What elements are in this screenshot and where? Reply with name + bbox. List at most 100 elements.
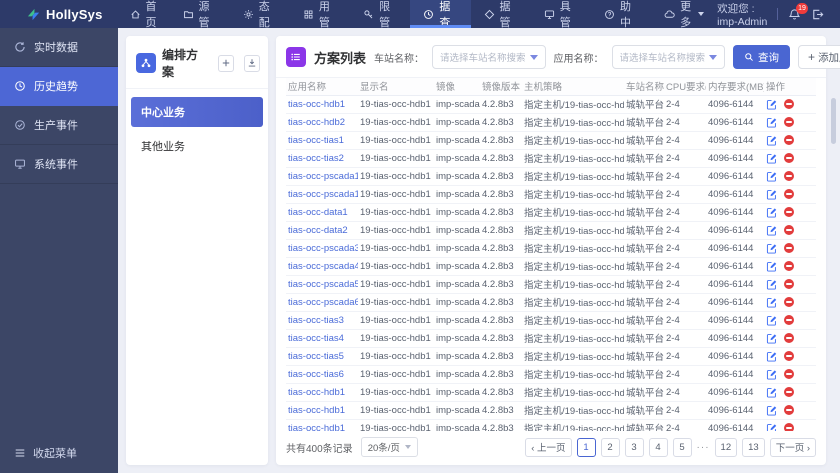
nav-item[interactable]: 工具管理 [531,0,591,45]
app-name-link[interactable]: tias-occ-tias5 [288,351,344,362]
page-button[interactable]: 2 [600,437,620,457]
disable-icon[interactable] [784,135,794,145]
disable-icon[interactable] [784,315,794,325]
edit-icon[interactable] [766,351,777,362]
app-name-link[interactable]: tias-occ-pscada1 [288,171,358,182]
disable-icon[interactable] [784,225,794,235]
disable-icon[interactable] [784,261,794,271]
app-name-link[interactable]: tias-occ-data1 [288,207,348,218]
nav-item[interactable]: 数据管理 [471,0,531,45]
app-name-link[interactable]: tias-occ-data2 [288,225,348,236]
edit-icon[interactable] [766,423,777,432]
nav-item[interactable]: 组态配置 [230,0,290,45]
edit-icon[interactable] [766,243,777,254]
app-name-link[interactable]: tias-occ-hdb1 [288,387,345,398]
next-page-button[interactable]: 下一页 › [769,437,816,457]
app-name-link[interactable]: tias-occ-tias4 [288,333,344,344]
app-name-link[interactable]: tias-occ-hdb1 [288,99,345,110]
edit-icon[interactable] [766,135,777,146]
nav-item[interactable]: 首页 [117,0,170,29]
edit-icon[interactable] [766,315,777,326]
nav-item[interactable]: 数据查看 [410,0,471,45]
app-name-link[interactable]: tias-occ-hdb2 [288,117,345,128]
logout-icon[interactable] [811,8,824,21]
query-button[interactable]: 查询 [733,45,791,69]
sidebar-item[interactable]: 系统事件 [0,145,118,184]
disable-icon[interactable] [784,207,794,217]
monitor-icon [14,158,26,170]
app-name-link[interactable]: tias-occ-tias6 [288,369,344,380]
nav-item[interactable]: 权限管理 [350,0,410,45]
disable-icon[interactable] [784,369,794,379]
station-select[interactable]: 请选择车站名称搜索 [432,45,546,69]
edit-icon[interactable] [766,387,777,398]
disable-icon[interactable] [784,243,794,253]
edit-icon[interactable] [766,333,777,344]
disable-icon[interactable] [784,117,794,127]
page-button[interactable]: 12 [714,437,738,457]
nav-item[interactable]: 应用管理 [290,0,350,45]
import-plan-button[interactable] [243,54,261,72]
app-name-link[interactable]: tias-occ-tias2 [288,153,344,164]
sidebar-item[interactable]: 生产事件 [0,106,118,145]
add-plan-button[interactable] [217,54,234,72]
app-name-link[interactable]: tias-occ-hdb1 [288,405,345,416]
page-button[interactable]: 5 [672,437,692,457]
edit-icon[interactable] [766,297,777,308]
edit-icon[interactable] [766,279,777,290]
cell: 2-4 [664,239,706,258]
disable-icon[interactable] [784,405,794,415]
disable-icon[interactable] [784,423,794,431]
plan-item[interactable]: 其他业务 [131,131,263,161]
sidebar-item[interactable]: 实时数据 [0,28,118,67]
page-button[interactable]: 13 [742,437,765,457]
nav-item[interactable]: 帮助中心 [591,0,651,45]
edit-icon[interactable] [766,261,777,272]
disable-icon[interactable] [784,351,794,361]
disable-icon[interactable] [784,153,794,163]
app-name-link[interactable]: tias-occ-pscada5 [288,279,358,290]
collapse-menu-button[interactable]: 收起菜单 [0,433,118,473]
edit-icon[interactable] [766,225,777,236]
edit-icon[interactable] [766,171,777,182]
edit-icon[interactable] [766,405,777,416]
help-icon [604,9,615,20]
disable-icon[interactable] [784,387,794,397]
app-select[interactable]: 请选择车站名称搜索 [611,45,726,69]
scrollbar-thumb[interactable] [831,98,836,144]
app-name-link[interactable]: tias-occ-pscada1 [288,189,358,200]
sidebar-item[interactable]: 历史趋势 [0,67,118,106]
edit-icon[interactable] [766,207,777,218]
disable-icon[interactable] [784,333,794,343]
edit-icon[interactable] [766,153,777,164]
disable-icon[interactable] [784,189,794,199]
disable-icon[interactable] [784,297,794,307]
edit-icon[interactable] [766,117,777,128]
edit-icon[interactable] [766,189,777,200]
nav-item[interactable]: 更多 [651,0,717,29]
app-name-link[interactable]: tias-occ-tias1 [288,135,344,146]
disable-icon[interactable] [784,171,794,181]
page-button[interactable]: 3 [624,437,644,457]
app-name-link[interactable]: tias-occ-pscada6 [288,297,358,308]
app-name-link[interactable]: tias-occ-tias3 [288,315,344,326]
app-name-link[interactable]: tias-occ-pscada4 [288,261,358,272]
app-name-link[interactable]: tias-occ-pscada3 [288,243,358,254]
notification-bell-button[interactable]: 19 [788,2,808,21]
cell: 2-4 [664,275,706,294]
edit-icon[interactable] [766,369,777,380]
plan-item[interactable]: 中心业务 [131,97,263,127]
folder-icon [183,9,194,20]
add-app-config-button[interactable]: + 添加应用配置 [798,45,840,69]
prev-page-button[interactable]: ‹ 上一页 [525,437,572,457]
table-row: tias-occ-tias5 19-tias-occ-hdb1 imp-scada 4… [286,347,816,366]
disable-icon[interactable] [784,99,794,109]
disable-icon[interactable] [784,279,794,289]
page-button[interactable]: 1 [576,437,596,457]
page-button[interactable]: 4 [648,437,668,457]
nav-item[interactable]: 资源管理 [170,0,230,45]
page-size-select[interactable]: 20条/页 [360,437,418,457]
cell: 4.2.8b3 [480,203,522,222]
app-name-link[interactable]: tias-occ-hdb1 [288,423,345,432]
edit-icon[interactable] [766,99,777,110]
